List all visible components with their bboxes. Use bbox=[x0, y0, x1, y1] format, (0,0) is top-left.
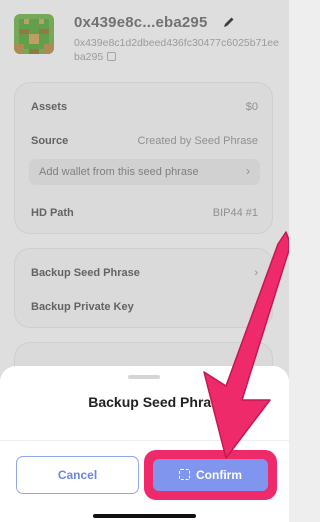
sheet-title: Backup Seed Phrase bbox=[88, 394, 227, 410]
confirm-button[interactable]: Confirm bbox=[153, 459, 268, 491]
backup-confirm-sheet: Backup Seed Phrase Cancel Confirm bbox=[0, 366, 289, 522]
cancel-button[interactable]: Cancel bbox=[16, 456, 139, 494]
scan-icon bbox=[179, 469, 190, 480]
divider bbox=[0, 440, 289, 441]
confirm-label: Confirm bbox=[196, 468, 242, 482]
confirm-highlight: Confirm bbox=[144, 450, 277, 500]
home-indicator bbox=[93, 514, 196, 518]
sheet-drag-handle[interactable] bbox=[128, 375, 160, 379]
